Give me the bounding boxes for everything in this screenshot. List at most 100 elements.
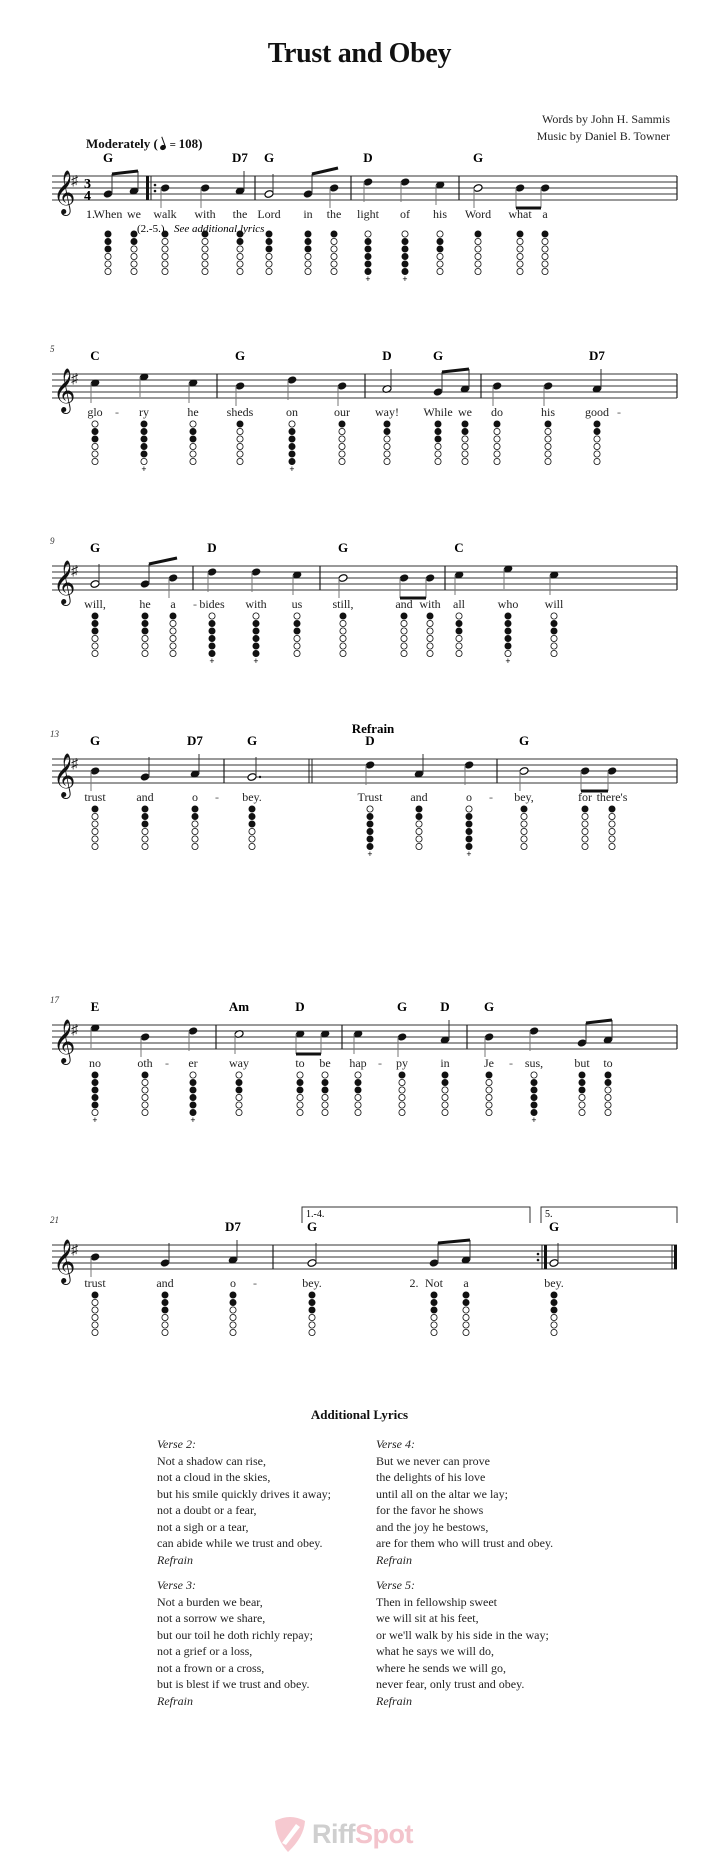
lyric-line: until all on the altar we lay;: [376, 1486, 508, 1501]
hole-open: [265, 267, 273, 275]
overblow-mark: +: [367, 849, 372, 859]
hole-open: [191, 828, 199, 836]
lyric-syllable: bey.: [242, 790, 262, 804]
hole-open: [608, 843, 616, 851]
measure-number: 13: [50, 729, 60, 739]
hole-open: [462, 1321, 470, 1329]
hole-open: [229, 1329, 237, 1337]
lyric-syllable: While: [423, 405, 452, 419]
hyphen: -: [115, 405, 119, 419]
hole-open: [581, 828, 589, 836]
hole-open: [296, 1071, 304, 1079]
hole-covered: [415, 813, 423, 821]
hole-covered: [189, 1086, 197, 1094]
hole-covered: [398, 1071, 406, 1079]
chord-symbol: G: [264, 150, 274, 165]
hole-covered: [288, 450, 296, 458]
hole-covered: [161, 1291, 169, 1299]
hole-covered: [229, 1291, 237, 1299]
verse-number: 2.: [410, 1276, 419, 1290]
lyric-syllable: way!: [375, 405, 399, 419]
lyric-syllable: a: [170, 597, 176, 611]
hyphen: -: [378, 1056, 382, 1070]
beam: [111, 169, 139, 176]
overblow-mark: +: [190, 1115, 195, 1125]
lyric-syllable: er: [188, 1056, 197, 1070]
lyric-syllable: us: [292, 597, 303, 611]
hole-open: [474, 260, 482, 268]
hole-open: [338, 442, 346, 450]
hole-covered: [91, 620, 99, 628]
repeat-dot: [536, 1252, 540, 1256]
lyric-syllable: he: [187, 405, 198, 419]
chord-symbol: D: [365, 733, 374, 748]
lyric-syllable: hap: [349, 1056, 366, 1070]
hole-open: [608, 828, 616, 836]
hole-covered: [236, 237, 244, 245]
lyric-syllable: ry: [139, 405, 149, 419]
hole-open: [91, 1329, 99, 1337]
hole-open: [398, 1109, 406, 1117]
hole-open: [161, 252, 169, 260]
hole-covered: [265, 237, 273, 245]
hole-covered: [169, 612, 177, 620]
volta-bracket-2: [540, 1206, 678, 1223]
hole-covered: [161, 230, 169, 238]
riffspot-logo[interactable]: Riff Spot: [272, 1815, 413, 1853]
hole-covered: [141, 813, 149, 821]
chord-symbol: D: [363, 150, 372, 165]
hole-open: [426, 627, 434, 635]
hole-open: [296, 1094, 304, 1102]
hole-open: [581, 813, 589, 821]
hole-covered: [504, 642, 512, 650]
chord-symbol: G: [549, 1219, 559, 1234]
chord-symbol: D: [440, 999, 449, 1014]
hole-covered: [236, 420, 244, 428]
hole-open: [161, 1314, 169, 1322]
hyphen: -: [617, 405, 621, 419]
hole-open: [430, 1329, 438, 1337]
refrain-label: Refrain: [157, 1552, 193, 1567]
hole-open: [493, 435, 501, 443]
hole-open: [91, 442, 99, 450]
lyric-syllable: our: [334, 405, 350, 419]
hole-covered: [455, 620, 463, 628]
hole-open: [593, 435, 601, 443]
hole-covered: [426, 612, 434, 620]
hole-open: [401, 230, 409, 238]
lyric-syllable: of: [400, 207, 410, 221]
hole-covered: [465, 820, 473, 828]
lyric-syllable: py: [396, 1056, 408, 1070]
lyric-line: Then in fellowship sweet: [376, 1594, 497, 1609]
hole-covered: [401, 252, 409, 260]
hole-covered: [434, 435, 442, 443]
hole-open: [161, 260, 169, 268]
hole-open: [296, 1109, 304, 1117]
hole-open: [441, 1101, 449, 1109]
hole-open: [265, 260, 273, 268]
lyric-syllable: bey.: [302, 1276, 322, 1290]
measure-number: 21: [50, 1215, 59, 1225]
hole-open: [169, 620, 177, 628]
chord-symbol: E: [91, 999, 100, 1014]
hole-covered: [608, 805, 616, 813]
lyric-syllable: When: [94, 207, 123, 221]
hole-open: [520, 843, 528, 851]
hole-open: [191, 843, 199, 851]
lyric-syllable: bides: [199, 597, 225, 611]
hole-covered: [436, 237, 444, 245]
repeat-start-bar: [146, 176, 149, 200]
verse-label: Verse 3:: [157, 1578, 196, 1592]
hole-open: [248, 835, 256, 843]
repeat-dot: [153, 189, 157, 193]
hole-covered: [288, 442, 296, 450]
hole-open: [141, 843, 149, 851]
lyric-syllable: we: [127, 207, 141, 221]
hole-open: [308, 1329, 316, 1337]
hole-open: [366, 805, 374, 813]
hole-open: [91, 1306, 99, 1314]
hole-open: [304, 267, 312, 275]
hole-open: [321, 1101, 329, 1109]
overblow-mark: +: [253, 656, 258, 666]
key-sharp-icon: ♯: [71, 1023, 79, 1038]
